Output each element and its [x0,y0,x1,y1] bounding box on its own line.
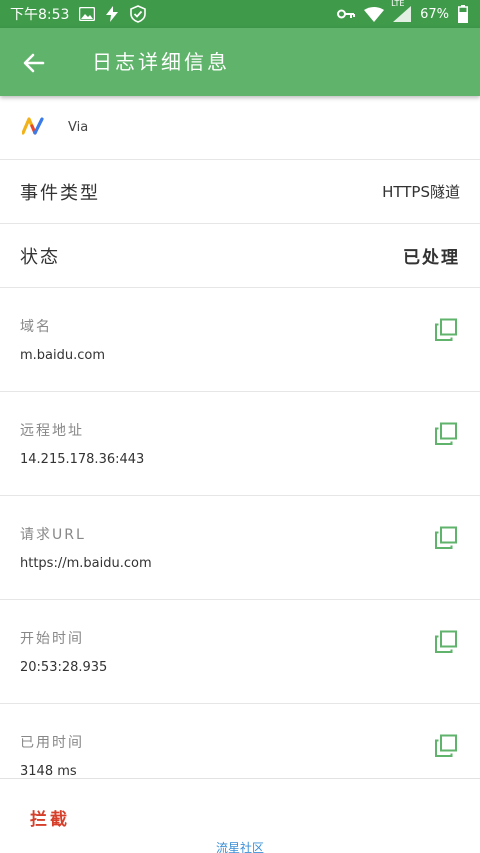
detail-value: m.baidu.com [20,348,106,363]
log-detail-content: Via 事件类型 HTTPS隧道 状态 已处理 域名 m.baidu.com 远… [0,96,480,778]
copy-icon [435,526,457,549]
battery-percent: 67% [420,6,449,22]
event-type-label: 事件类型 [20,182,100,204]
detail-row-start-time: 开始时间 20:53:28.935 [0,600,480,704]
flash-icon [105,6,119,22]
wifi-icon [364,6,385,22]
detail-row-remote-address: 远程地址 14.215.178.36:443 [0,392,480,496]
watermark-text: 流星社区 [215,841,264,853]
detail-value: 3148 ms [20,764,77,778]
detail-label: 域名 [20,319,52,335]
gallery-icon [79,7,96,21]
shield-check-icon [129,5,147,23]
copy-icon [435,318,457,341]
network-badge: LTE [391,0,405,8]
detail-row-request-url: 请求URL https://m.baidu.com [0,496,480,600]
detail-label: 已用时间 [20,735,84,751]
app-info-row: Via [0,96,480,160]
copy-icon [435,734,457,757]
copy-button[interactable] [434,734,458,758]
event-type-row: 事件类型 HTTPS隧道 [0,160,480,224]
detail-value: https://m.baidu.com [20,556,152,571]
detail-row-elapsed-time: 已用时间 3148 ms [0,704,480,778]
battery-icon [458,5,468,23]
detail-label: 开始时间 [20,631,84,647]
detail-value: 20:53:28.935 [20,660,108,675]
copy-icon [435,630,457,653]
status-bar: 下午8:53 LTE 67% [0,0,480,28]
status-value: 已处理 [403,248,460,268]
key-icon [337,8,356,20]
copy-button[interactable] [434,526,458,550]
status-bar-left: 下午8:53 [10,0,147,28]
status-label: 状态 [20,246,60,268]
event-type-value: HTTPS隧道 [382,183,460,201]
copy-icon [435,422,457,445]
detail-label: 请求URL [20,527,86,543]
block-button[interactable]: 拦截 [30,805,70,830]
copy-button[interactable] [434,318,458,342]
page-title: 日志详细信息 [92,50,230,74]
detail-value: 14.215.178.36:443 [20,452,145,467]
back-button[interactable] [18,47,50,79]
signal-icon: LTE [391,0,412,22]
bottom-action-bar: 拦截 流星社区 [0,778,480,853]
status-time: 下午8:53 [10,7,70,23]
app-name: Via [68,120,89,135]
copy-button[interactable] [434,630,458,654]
status-bar-right: LTE 67% [337,0,468,28]
copy-button[interactable] [434,422,458,446]
arrow-left-icon [23,53,45,73]
app-bar: 日志详细信息 [0,28,480,96]
detail-label: 远程地址 [20,423,84,439]
status-row: 状态 已处理 [0,224,480,288]
detail-row-domain: 域名 m.baidu.com [0,288,480,392]
via-logo-icon [21,116,44,139]
